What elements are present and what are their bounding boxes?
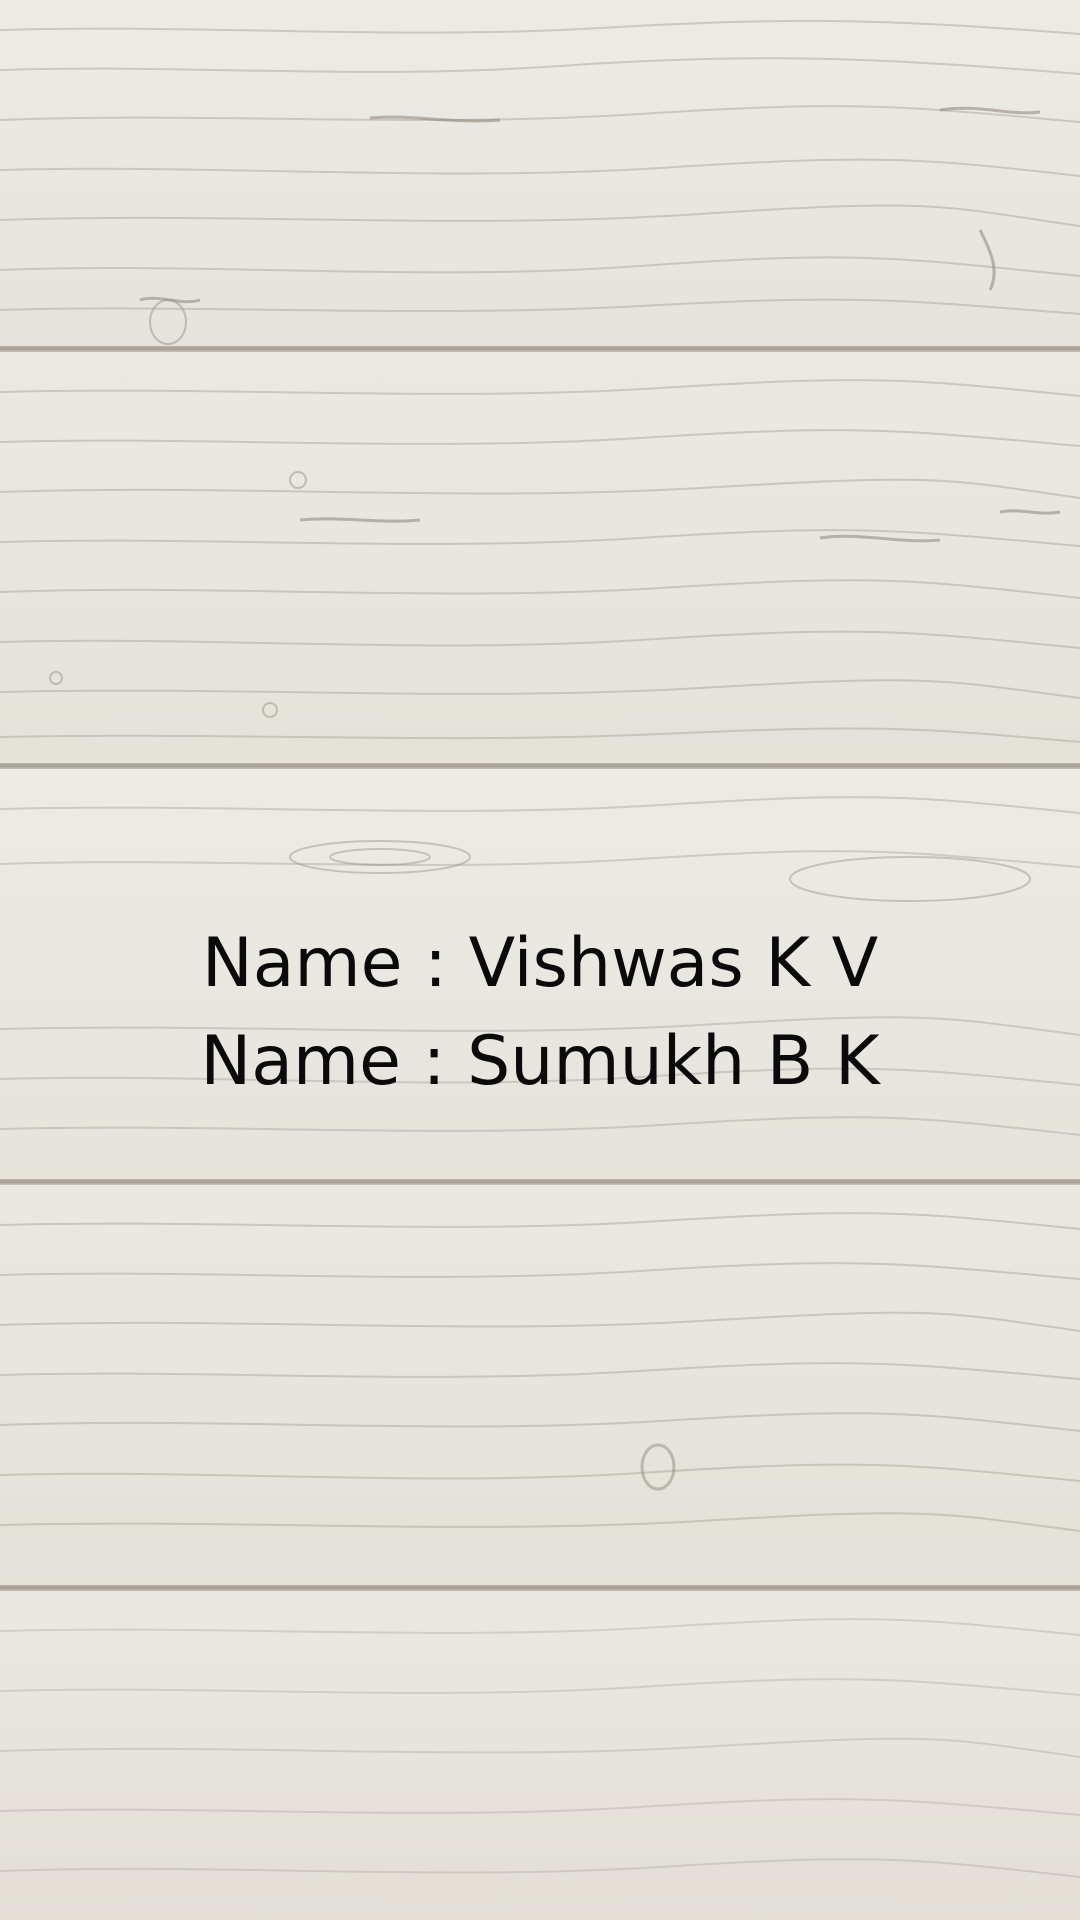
wood-plank [0, 0, 1080, 346]
wood-grain [0, 1212, 1080, 1532]
credit-name-line-2: Name : Sumukh B K [200, 1022, 880, 1101]
wood-grain [0, 19, 1080, 345]
wood-plank [0, 1185, 1080, 1585]
credits-block: Name : Vishwas K V Name : Sumukh B K [0, 915, 1080, 1111]
plank-seam [0, 763, 1080, 769]
wood-plank [0, 1591, 1080, 1920]
wood-grain [0, 379, 1080, 743]
wood-grain [0, 1618, 1080, 1878]
credit-name-line-1: Name : Vishwas K V [201, 924, 879, 1003]
plank-seam [0, 1585, 1080, 1591]
wood-plank [0, 352, 1080, 763]
plank-seam [0, 1179, 1080, 1185]
plank-seam [0, 346, 1080, 352]
